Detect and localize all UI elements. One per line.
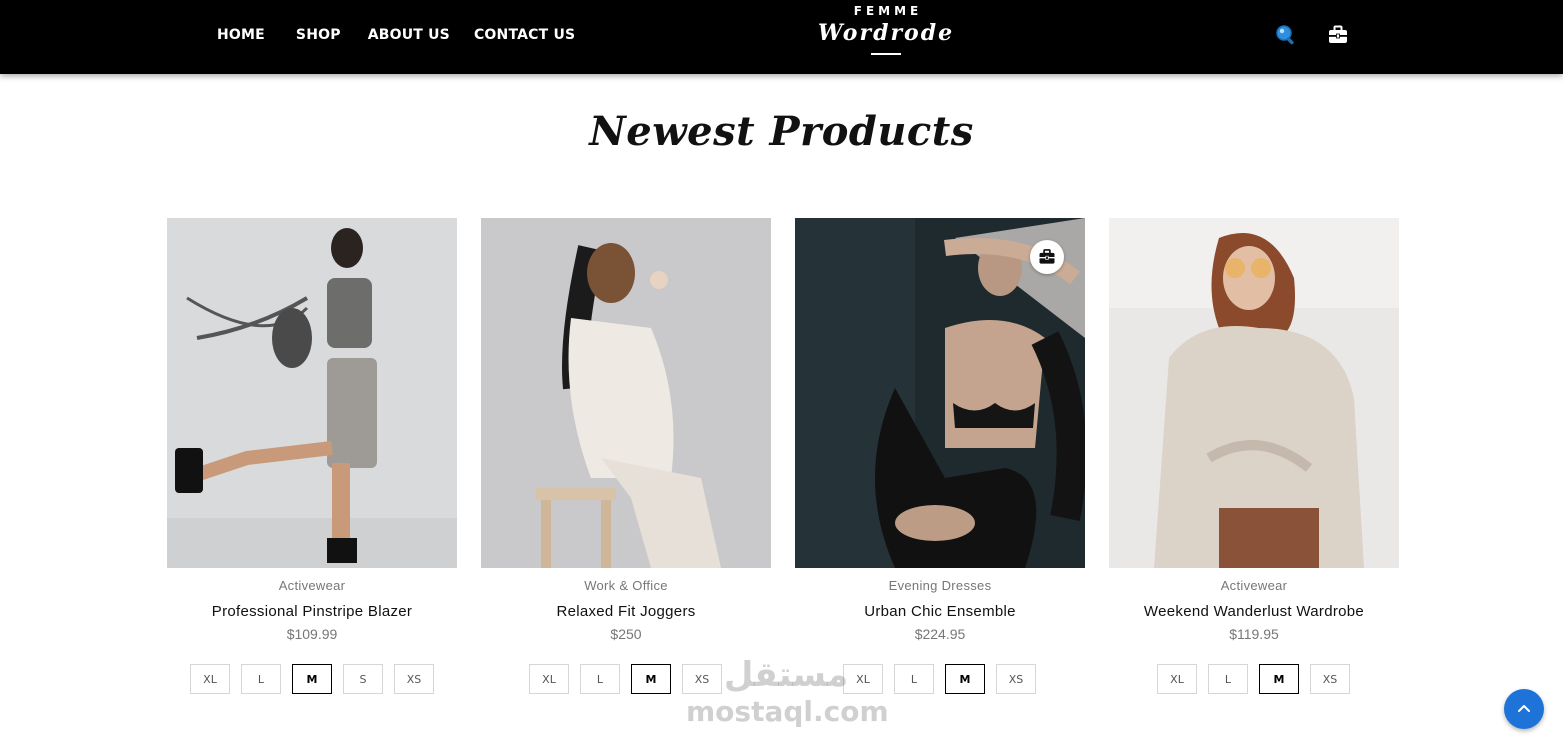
search-icon[interactable] [1273,22,1299,48]
size-options: XL L M S XS [190,664,445,694]
product-name[interactable]: Professional Pinstripe Blazer [167,603,457,620]
size-option-xl[interactable]: XL [1157,664,1197,694]
add-to-cart-icon[interactable] [1030,240,1064,274]
watermark-latin: mostaql.com [686,695,889,728]
size-option-xl[interactable]: XL [529,664,569,694]
size-option-l[interactable]: L [1208,664,1248,694]
product-card[interactable]: Work & Office Relaxed Fit Joggers $250 [481,218,771,642]
product-card[interactable]: Evening Dresses Urban Chic Ensemble $224… [795,218,1085,642]
product-image[interactable] [1109,218,1399,568]
section-title: Newest Products [589,108,974,155]
product-name[interactable]: Urban Chic Ensemble [795,603,1085,620]
watermark-arabic: مستقل [723,655,849,695]
size-option-xs[interactable]: XS [394,664,434,694]
briefcase-cart-icon[interactable] [1325,22,1351,48]
product-image[interactable] [481,218,771,568]
product-price: $224.95 [914,626,966,642]
nav-home[interactable]: HOME [217,27,265,43]
site-header: HOME SHOP ABOUT US CONTACT US FEMME Word… [0,0,1563,74]
product-category: Work & Office [584,578,668,593]
product-price: $109.99 [286,626,338,642]
product-image[interactable] [795,218,1085,568]
product-price: $119.95 [1229,626,1279,642]
watermark: مستقل mostaql.com [686,655,889,728]
size-option-m[interactable]: M [631,664,671,694]
size-option-xl[interactable]: XL [190,664,230,694]
size-option-xs[interactable]: XS [1310,664,1350,694]
product-image[interactable] [167,218,457,568]
product-category: Activewear [278,578,346,593]
size-option-m[interactable]: M [945,664,985,694]
product-category: Evening Dresses [888,578,992,593]
size-options: XL L M XS [1157,664,1361,694]
logo-underline [871,53,901,55]
product-price: $250 [610,626,642,642]
site-logo[interactable]: FEMME Wordrode [800,4,972,55]
nav-shop[interactable]: SHOP [296,27,341,43]
size-option-m[interactable]: M [292,664,332,694]
size-option-l[interactable]: L [580,664,620,694]
chevron-up-icon [1518,705,1530,712]
product-name[interactable]: Relaxed Fit Joggers [481,603,771,620]
size-option-xs[interactable]: XS [996,664,1036,694]
nav-contact-us[interactable]: CONTACT US [474,27,575,43]
nav-about-us[interactable]: ABOUT US [368,27,450,43]
logo-main-text: Wordrode [817,20,955,46]
main-nav: HOME SHOP ABOUT US CONTACT US [217,0,599,70]
size-option-l[interactable]: L [894,664,934,694]
logo-top-text: FEMME [853,4,923,18]
size-option-m[interactable]: M [1259,664,1299,694]
size-option-l[interactable]: L [241,664,281,694]
product-card[interactable]: Activewear Weekend Wanderlust Wardrobe $… [1109,218,1399,642]
back-to-top-button[interactable] [1504,689,1544,729]
product-category: Activewear [1220,578,1288,593]
size-option-s[interactable]: S [343,664,383,694]
product-card[interactable]: Activewear Professional Pinstripe Blazer… [167,218,457,642]
product-name[interactable]: Weekend Wanderlust Wardrobe [1109,603,1399,620]
